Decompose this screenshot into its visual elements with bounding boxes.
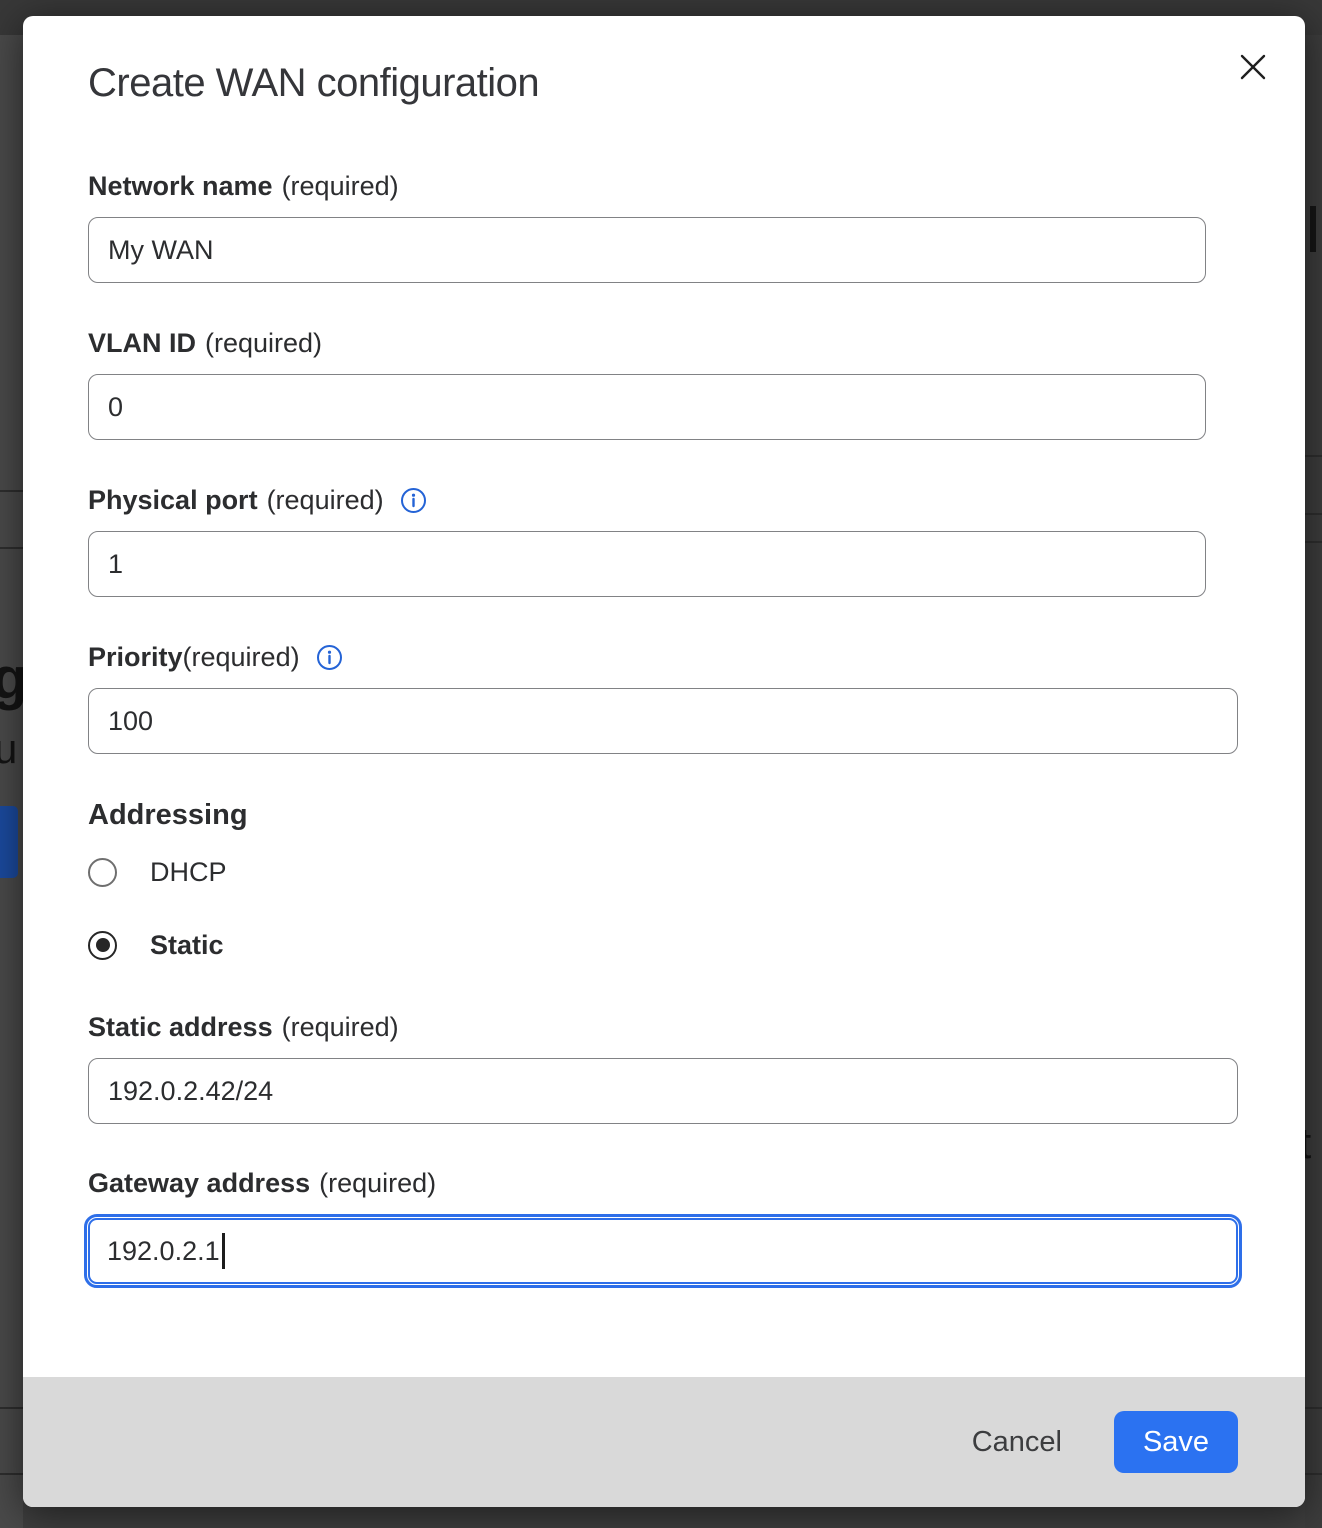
gateway-address-label: Gateway address (required)	[88, 1167, 1240, 1199]
priority-label: Priority (required)	[88, 641, 1240, 673]
required-suffix: (required)	[319, 1167, 436, 1199]
background-button-fragment	[0, 806, 18, 878]
required-suffix: (required)	[282, 170, 399, 202]
physical-port-label: Physical port (required)	[88, 484, 1240, 516]
priority-input[interactable]	[88, 688, 1238, 754]
radio-option-label: Static	[150, 930, 224, 961]
gateway-address-input[interactable]: 192.0.2.1	[88, 1218, 1238, 1284]
gateway-address-field-group: Gateway address (required) 192.0.2.1	[88, 1167, 1240, 1288]
network-name-label: Network name (required)	[88, 170, 1240, 202]
save-button[interactable]: Save	[1114, 1411, 1238, 1473]
background-row-divider	[1305, 513, 1322, 515]
required-suffix: (required)	[282, 1011, 399, 1043]
physical-port-field-group: Physical port (required)	[88, 484, 1240, 597]
priority-field-group: Priority (required)	[88, 641, 1240, 754]
background-row-divider	[1305, 1407, 1322, 1409]
field-label-text: Network name	[88, 170, 273, 202]
background-row-divider	[0, 1407, 23, 1409]
dimmed-background-right	[1305, 35, 1322, 1528]
background-row-divider	[1305, 1473, 1322, 1475]
required-suffix: (required)	[183, 641, 300, 673]
field-label-text: Gateway address	[88, 1167, 310, 1199]
cancel-button[interactable]: Cancel	[972, 1416, 1062, 1469]
network-name-field-group: Network name (required)	[88, 170, 1240, 283]
addressing-option-static[interactable]: Static	[88, 928, 1240, 962]
gateway-address-value: 192.0.2.1	[107, 1236, 220, 1267]
gateway-address-focus-ring: 192.0.2.1	[84, 1214, 1242, 1288]
static-address-field-group: Static address (required)	[88, 1011, 1240, 1124]
text-cursor	[222, 1233, 225, 1269]
vlan-id-label: VLAN ID (required)	[88, 327, 1240, 359]
addressing-heading: Addressing	[88, 798, 1240, 832]
static-address-input[interactable]	[88, 1058, 1238, 1124]
info-icon[interactable]	[400, 487, 427, 514]
network-name-input[interactable]	[88, 217, 1206, 283]
dialog-title: Create WAN configuration	[88, 60, 1240, 106]
required-suffix: (required)	[267, 484, 384, 516]
physical-port-input[interactable]	[88, 531, 1206, 597]
background-row-divider	[1305, 455, 1322, 457]
static-address-label: Static address (required)	[88, 1011, 1240, 1043]
vlan-id-input[interactable]	[88, 374, 1206, 440]
radio-unselected-icon	[88, 858, 117, 887]
background-text-fragment	[1310, 206, 1316, 252]
background-row-divider	[1305, 541, 1322, 543]
field-label-text: Physical port	[88, 484, 258, 516]
field-label-text: Priority	[88, 641, 183, 673]
background-text-fragment: u	[0, 728, 17, 770]
background-row-divider	[0, 1473, 23, 1475]
info-icon[interactable]	[316, 644, 343, 671]
dialog-footer: Cancel Save	[23, 1377, 1305, 1507]
radio-option-label: DHCP	[150, 857, 227, 888]
dimmed-background-left	[0, 35, 23, 1528]
radio-selected-icon	[88, 931, 117, 960]
field-label-text: VLAN ID	[88, 327, 196, 359]
field-label-text: Static address	[88, 1011, 273, 1043]
create-wan-dialog: Create WAN configuration Network name (r…	[23, 16, 1305, 1507]
background-row-divider	[0, 490, 23, 492]
addressing-option-dhcp[interactable]: DHCP	[88, 855, 1240, 889]
screen: g u t Create WAN configuration Network n…	[0, 0, 1322, 1528]
required-suffix: (required)	[205, 327, 322, 359]
background-row-divider	[0, 547, 23, 549]
vlan-id-field-group: VLAN ID (required)	[88, 327, 1240, 440]
